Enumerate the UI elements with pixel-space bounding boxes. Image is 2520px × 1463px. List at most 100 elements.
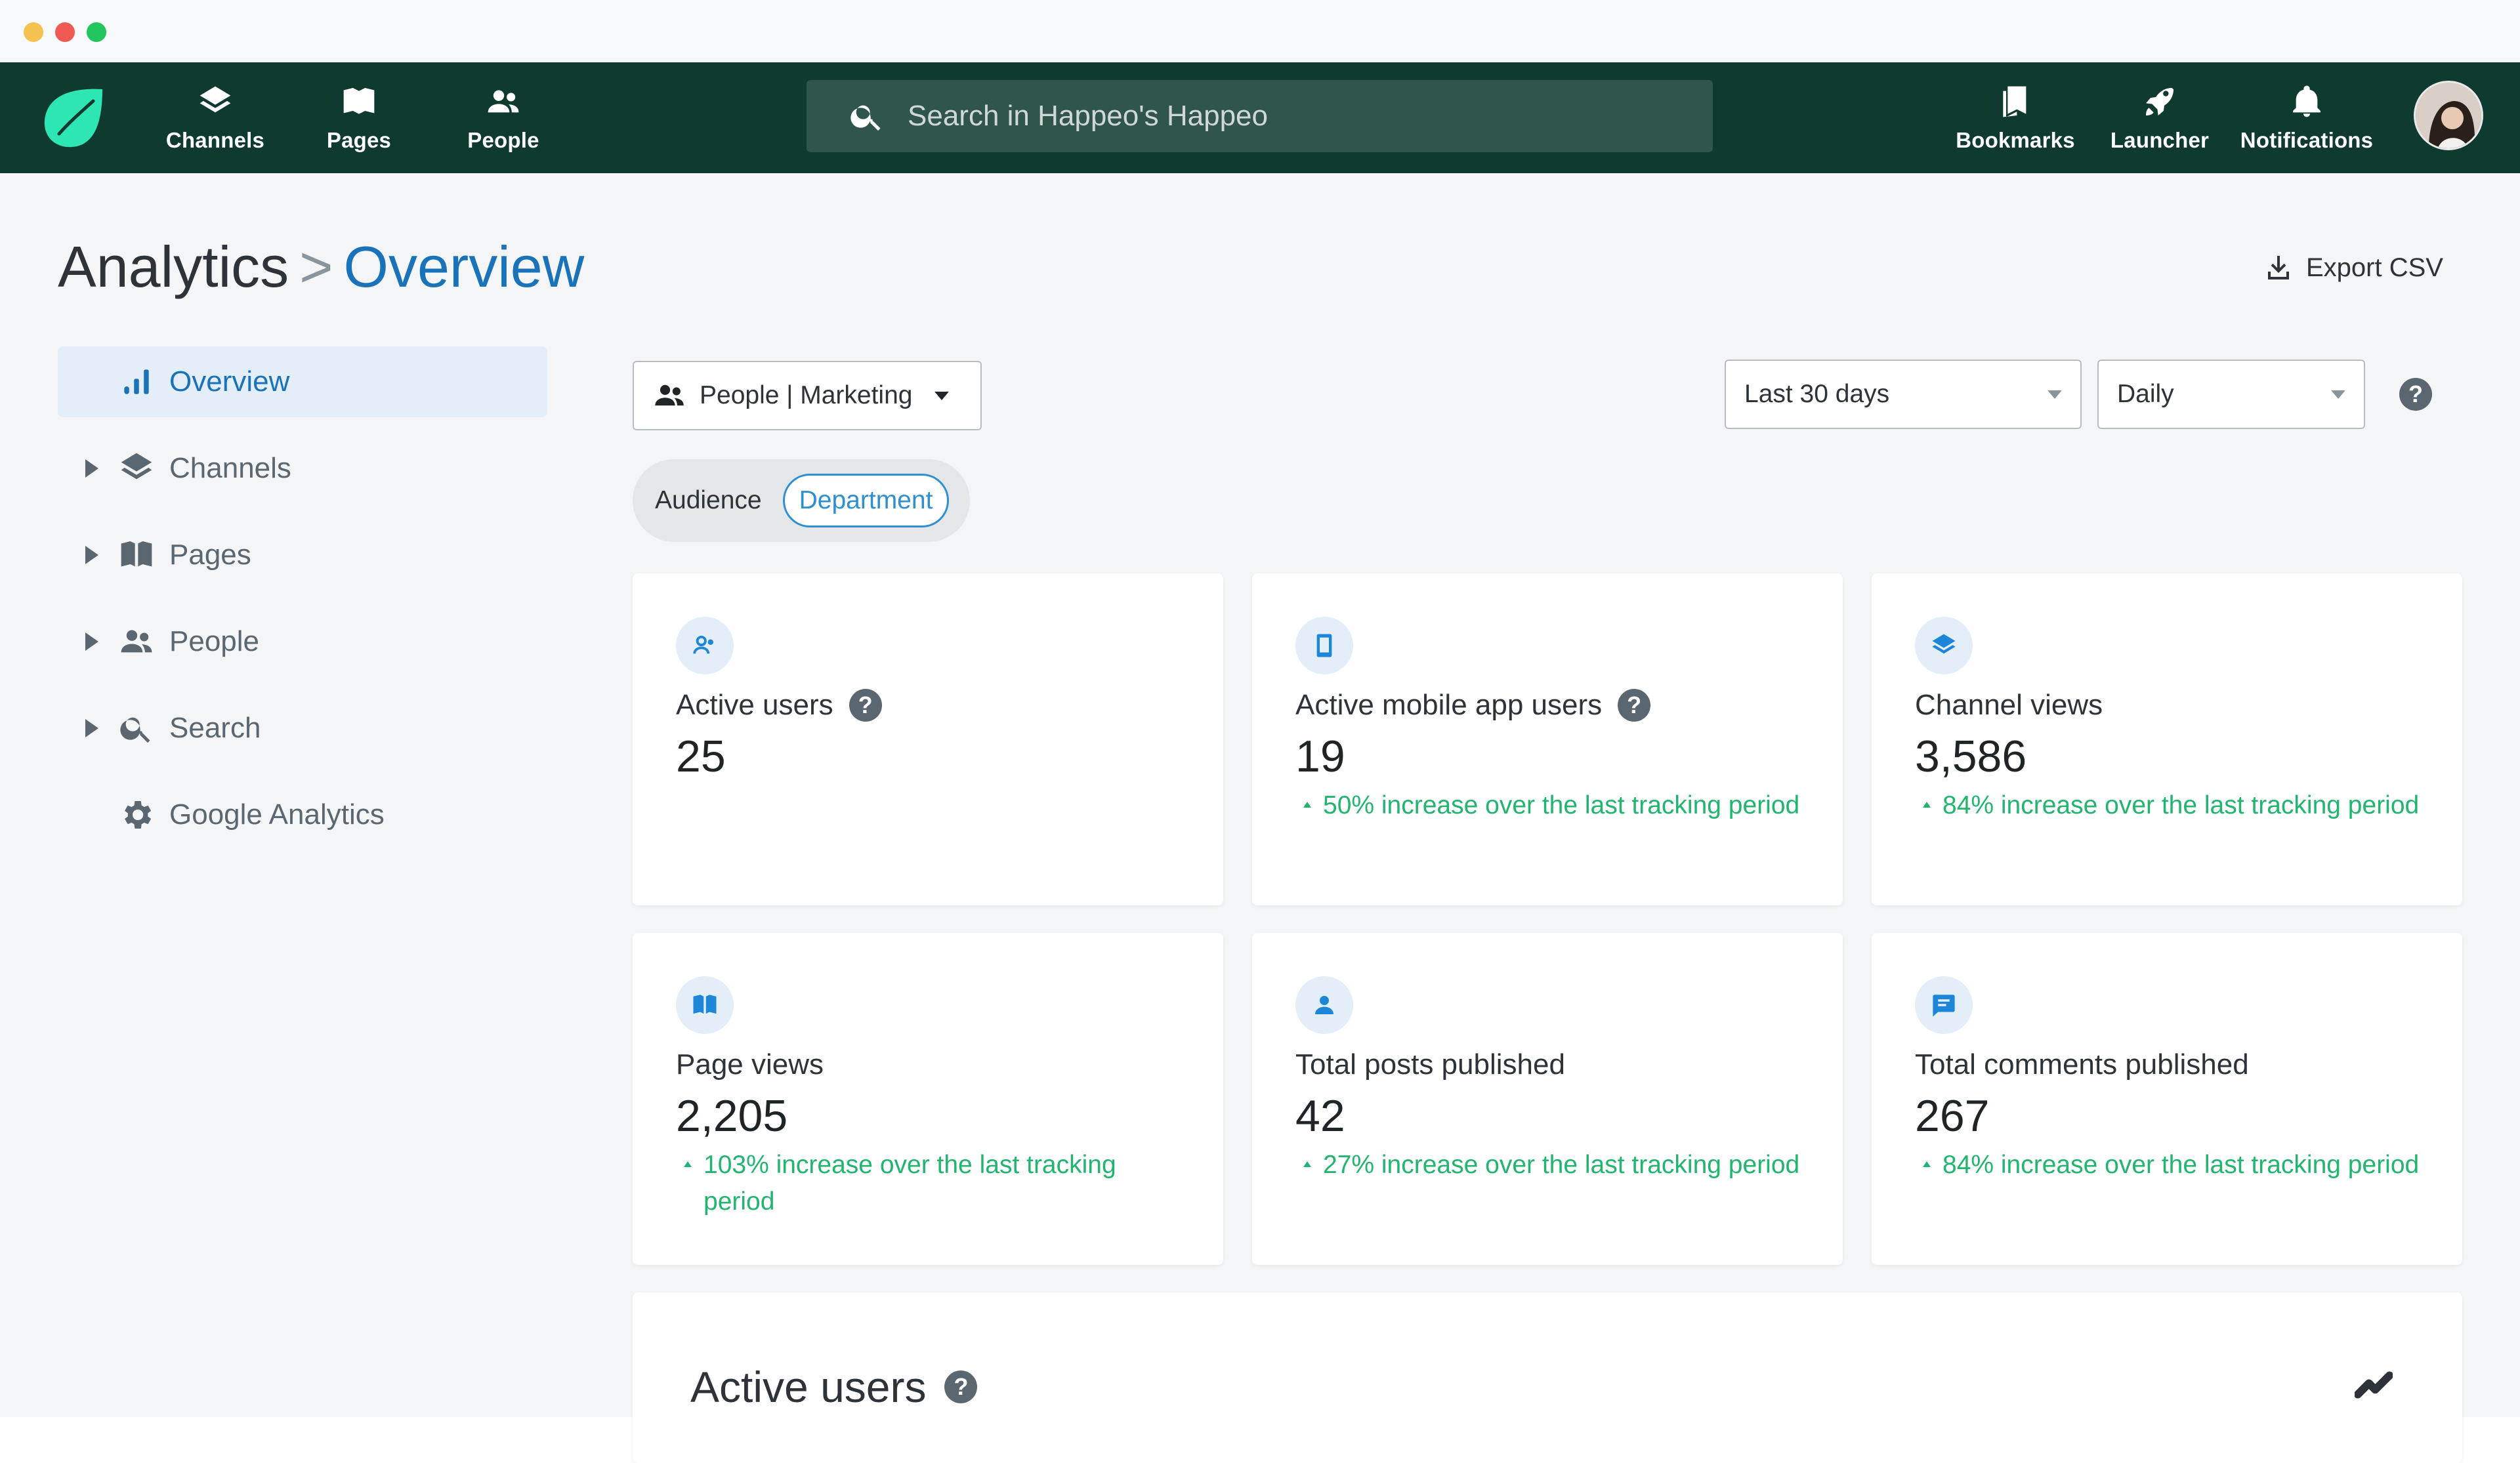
global-search[interactable]: Search in Happeo's Happeo [807,80,1713,152]
window-titlebar [0,0,2520,62]
search-icon [850,105,881,131]
export-csv-label: Export CSV [2306,253,2443,282]
stat-card-posts: Total posts published 42 27% increase ov… [1252,933,1843,1265]
breadcrumb-root[interactable]: Analytics [58,234,289,299]
card-delta: 84% increase over the last tracking peri… [1923,787,2419,824]
card-title: Page views [676,1048,824,1081]
sidebar-item-channels[interactable]: Channels [79,433,291,504]
nav-people[interactable]: People [441,79,566,157]
scope-select-value: People | Marketing [700,381,913,409]
breadcrumb: Analytics > Overview [58,234,584,300]
bar-chart-icon [124,369,149,394]
segment-department[interactable]: Department [782,474,950,527]
nav-pages-label: Pages [326,128,392,152]
card-delta: 27% increase over the last tracking peri… [1303,1147,1799,1184]
caret-right-icon[interactable] [85,459,98,478]
caret-right-icon[interactable] [85,546,98,564]
export-csv-button[interactable]: Export CSV [2263,252,2443,283]
card-value: 25 [676,732,726,781]
interval-select[interactable]: Daily [2097,360,2365,429]
card-delta-text: 103% increase over the last tracking per… [704,1151,1116,1216]
stat-card-channel-views: Channel views 3,586 84% increase over th… [1872,573,2462,905]
search-input[interactable]: Search in Happeo's Happeo [908,100,1268,133]
card-value: 2,205 [676,1091,788,1141]
nav-launcher-label: Launcher [2110,128,2210,152]
comment-icon [1915,976,1973,1034]
sidebar-item-label: Overview [169,365,290,398]
trend-up-icon [1303,802,1311,808]
trend-up-icon [1923,1161,1931,1167]
main-content: Analytics > Overview Export CSV Overview C… [0,173,2520,1463]
mobile-icon [1295,617,1353,674]
card-title: Channel views [1915,689,2103,721]
sidebar-item-label: Pages [169,539,251,571]
search-icon [120,717,150,743]
stat-card-mobile-users: Active mobile app users? 19 50% increase… [1252,573,1843,905]
card-title: Active users [676,689,833,721]
card-title: Total posts published [1295,1048,1565,1081]
caret-right-icon[interactable] [85,719,98,737]
nav-pages[interactable]: Pages [297,79,421,157]
help-icon[interactable]: ? [1618,689,1651,722]
users-icon [676,617,734,674]
people-icon [488,90,519,113]
card-delta-text: 50% increase over the last tracking peri… [1323,791,1800,819]
chevron-down-icon [2331,390,2345,399]
maximize-dot[interactable] [87,22,106,42]
chevron-down-icon [2048,390,2062,399]
happeo-logo-icon[interactable] [39,85,105,151]
stat-card-active-users: Active users? 25 [633,573,1223,905]
sidebar-item-pages[interactable]: Pages [79,520,251,590]
user-avatar[interactable] [2414,81,2483,150]
nav-launcher[interactable]: Launcher [2097,79,2222,157]
card-delta-text: 84% increase over the last tracking peri… [1942,1151,2420,1179]
card-title: Total comments published [1915,1048,2249,1081]
top-navigation: Channels Pages People Search in Happeo's… [0,62,2520,173]
sidebar-item-google-analytics[interactable]: Google Analytics [79,779,385,850]
nav-channels-label: Channels [165,128,265,152]
nav-bookmarks[interactable]: Bookmarks [1953,79,2078,157]
segment-audience[interactable]: Audience [655,486,762,515]
people-icon [121,630,152,653]
breadcrumb-separator: > [299,234,333,299]
caret-right-icon[interactable] [85,632,98,651]
layers-icon [200,86,231,113]
section-title: Active users [690,1363,927,1411]
help-icon[interactable]: ? [849,689,882,722]
sidebar-item-overview[interactable]: Overview [79,346,289,417]
sidebar-item-search[interactable]: Search [79,693,261,764]
sidebar-item-people[interactable]: People [79,606,259,677]
stat-card-comments: Total comments published 267 84% increas… [1872,933,2462,1265]
card-delta: 84% increase over the last tracking peri… [1923,1147,2419,1184]
segment-toggle: Audience Department [633,459,970,542]
nav-notifications[interactable]: Notifications [2235,79,2379,157]
sidebar-item-label: Google Analytics [169,798,385,831]
close-dot[interactable] [55,22,75,42]
line-chart-icon[interactable] [2355,1366,2393,1404]
interval-value: Daily [2117,380,2174,408]
sidebar-item-label: Search [169,712,261,744]
date-range-select[interactable]: Last 30 days [1725,360,2082,429]
layers-icon [121,453,152,480]
active-users-chart-card: Active users? [633,1292,2462,1463]
help-icon[interactable]: ? [2399,378,2432,411]
card-delta-text: 84% increase over the last tracking peri… [1942,791,2420,819]
card-delta: 50% increase over the last tracking peri… [1303,787,1799,824]
page-title: Overview [343,234,585,299]
book-icon [343,88,375,114]
card-value: 3,586 [1915,732,2027,781]
bookmark-icon [2003,86,2026,117]
minimize-dot[interactable] [24,22,43,42]
card-value: 19 [1295,732,1345,781]
nav-channels[interactable]: Channels [153,79,278,157]
card-delta: 103% increase over the last tracking per… [684,1147,1183,1220]
card-delta-text: 27% increase over the last tracking peri… [1323,1151,1800,1179]
chevron-down-icon [934,391,950,400]
nav-notifications-label: Notifications [2240,128,2374,152]
help-icon[interactable]: ? [944,1370,978,1403]
date-range-value: Last 30 days [1744,380,1890,408]
rocket-icon [2146,88,2174,115]
sidebar-item-label: People [169,625,260,657]
scope-select[interactable]: People | Marketing [633,361,982,430]
card-value: 42 [1295,1091,1345,1141]
